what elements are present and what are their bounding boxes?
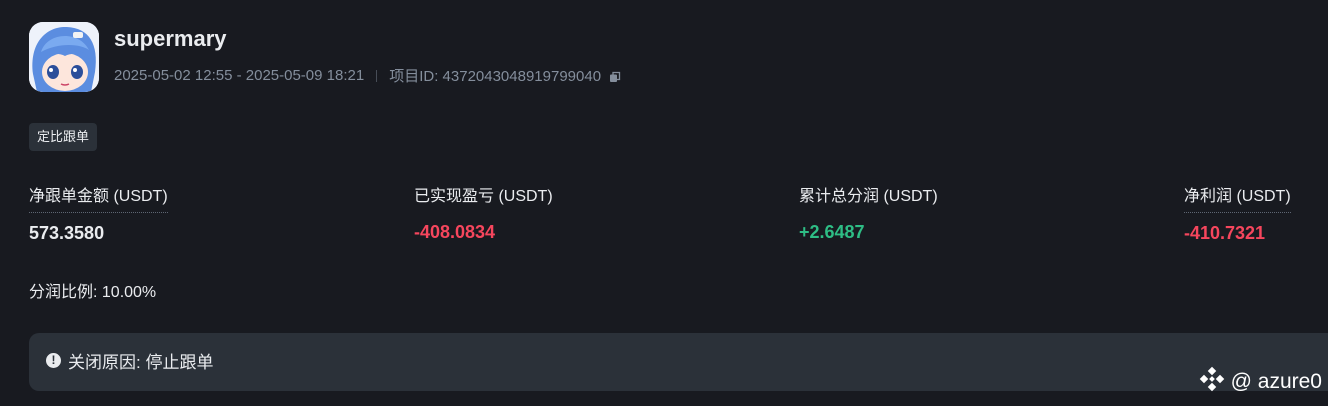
copy-trade-detail: supermary 2025-05-02 12:55 - 2025-05-09 … xyxy=(0,0,1328,406)
stat-value: 573.3580 xyxy=(29,223,105,243)
watermark: @ azure0 xyxy=(1199,366,1322,398)
stat-label: 已实现盈亏 (USDT) xyxy=(414,188,553,205)
copy-icon[interactable] xyxy=(609,70,621,82)
stat-value: +2.6487 xyxy=(799,222,865,242)
watermark-text: @ azure0 xyxy=(1230,370,1322,393)
stat-value: -408.0834 xyxy=(414,222,496,242)
stat-total-profit-share: 累计总分润 (USDT) +2.6487 xyxy=(799,182,938,243)
stat-label[interactable]: 净跟单金额 (USDT) xyxy=(29,182,168,213)
profit-share-ratio: 分润比例: 10.00% xyxy=(29,284,157,301)
info-icon: ! xyxy=(46,352,61,368)
stat-label[interactable]: 净利润 (USDT) xyxy=(1184,182,1291,213)
meta-line: 2025-05-02 12:55 - 2025-05-09 18:21 项目ID… xyxy=(114,65,621,86)
stat-value: -410.7321 xyxy=(1184,223,1266,243)
avatar xyxy=(29,22,99,92)
period: 2025-05-02 12:55 - 2025-05-09 18:21 xyxy=(114,67,365,84)
stat-net-copy-amount: 净跟单金额 (USDT) 573.3580 xyxy=(29,182,168,244)
stat-label: 累计总分润 (USDT) xyxy=(799,188,938,205)
project-id: 项目ID: 4372043048919799040 xyxy=(389,68,602,85)
stat-realized-pnl: 已实现盈亏 (USDT) -408.0834 xyxy=(414,182,553,243)
close-reason-banner: ! 关闭原因: 停止跟单 xyxy=(29,333,1328,391)
stat-net-profit: 净利润 (USDT) -410.7321 xyxy=(1184,182,1291,244)
copy-mode-tag: 定比跟单 xyxy=(29,123,98,151)
username: supermary xyxy=(114,26,227,51)
divider xyxy=(376,69,378,82)
close-reason-text: 关闭原因: 停止跟单 xyxy=(68,352,214,372)
binance-logo-icon xyxy=(1199,366,1225,398)
